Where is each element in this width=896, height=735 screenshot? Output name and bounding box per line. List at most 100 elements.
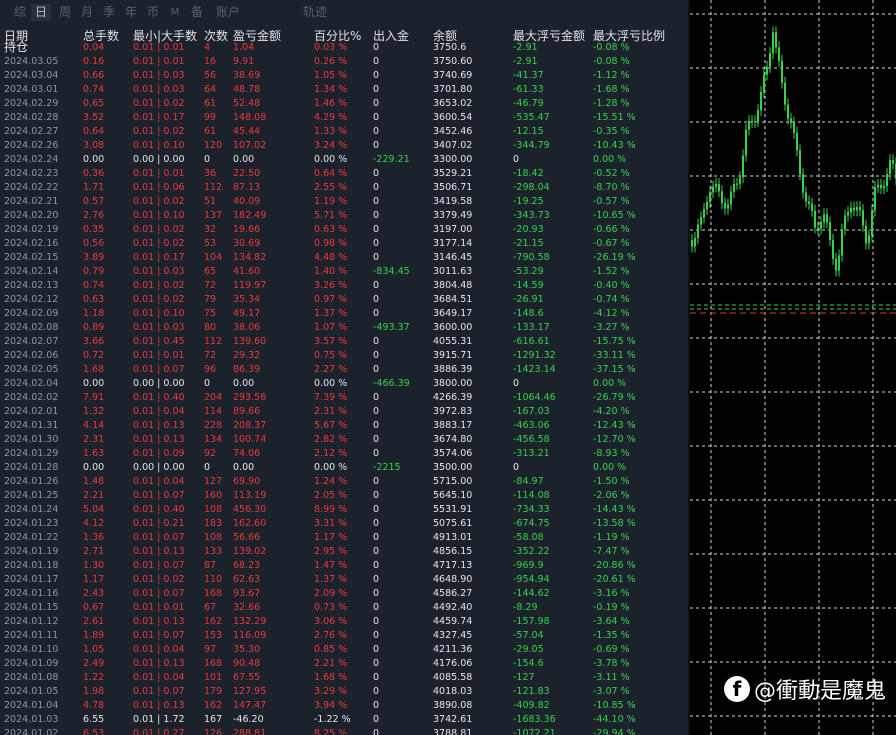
cell-io: 0 (373, 112, 380, 123)
tab-magic[interactable]: M (167, 4, 183, 21)
cell-date: 2024.01.23 (4, 518, 59, 529)
table-row[interactable]: 2024.02.01 1.32 0.01 | 0.04 114 89.66 2.31 % 0… (0, 405, 688, 419)
table-row[interactable]: 2024.02.14 0.79 0.01 | 0.03 65 41.60 1.40 % -8… (0, 265, 688, 279)
table-row[interactable]: 2024.03.01 0.74 0.01 | 0.03 64 48.78 1.34 % 0 3… (0, 83, 688, 97)
table-row[interactable]: 2024.02.02 7.91 0.01 | 0.40 204 293.56 7.39 %… (0, 391, 688, 405)
table-row[interactable]: 2024.02.20 2.76 0.01 | 0.10 137 182.49 5.71 %… (0, 209, 688, 223)
cell-date: 2024.02.15 (4, 252, 59, 263)
tab-trajectory[interactable]: 轨迹 (300, 4, 330, 21)
cell-pct: 1.68 % (314, 672, 348, 683)
table-row[interactable]: 2024.02.27 0.64 0.01 | 0.02 61 45.44 1.33 % 0 3… (0, 125, 688, 139)
table-row[interactable]: 2024.02.06 0.72 0.01 | 0.01 72 29.32 0.75 % 0 3… (0, 349, 688, 363)
tab-week[interactable]: 周 (55, 4, 75, 21)
cell-lots: 0.57 (83, 196, 105, 207)
table-row[interactable]: 2024.02.28 3.52 0.01 | 0.17 99 148.08 4.29 % 0… (0, 111, 688, 125)
cell-pnl: 182.49 (233, 210, 267, 221)
table-row[interactable]: 2024.01.31 4.14 0.01 | 0.13 228 208.37 5.67 %… (0, 419, 688, 433)
tab-summary[interactable]: 综 (10, 4, 30, 21)
tab-day[interactable]: 日 (31, 4, 51, 21)
table-row[interactable]: 2024.02.12 0.63 0.01 | 0.02 79 35.34 0.97 % 0 3… (0, 293, 688, 307)
table-row[interactable]: 2024.02.19 0.35 0.01 | 0.02 32 19.66 0.63 % 0 3… (0, 223, 688, 237)
tab-year[interactable]: 年 (121, 4, 141, 21)
table-row[interactable]: 2024.02.15 3.89 0.01 | 0.17 104 134.82 4.48 %… (0, 251, 688, 265)
cell-balance: 3653.02 (433, 98, 473, 109)
table-row[interactable]: 2024.01.25 2.21 0.01 | 0.07 160 113.19 2.05 %… (0, 489, 688, 503)
tab-quarter[interactable]: 季 (99, 4, 119, 21)
table-row[interactable]: 2024.01.05 1.98 0.01 | 0.07 179 127.95 3.29 %… (0, 685, 688, 699)
table-row[interactable]: 2024.01.08 1.22 0.01 | 0.04 101 67.55 1.68 % 0… (0, 671, 688, 685)
cell-lots: 1.17 (83, 574, 105, 585)
cell-io: 0 (373, 252, 380, 263)
table-row[interactable]: 2024.01.23 4.12 0.01 | 0.21 183 162.60 3.31 %… (0, 517, 688, 531)
table-row[interactable]: 2024.01.03 6.55 0.01 | 1.72 167 -46.20 -1.22 … (0, 713, 688, 727)
cell-pnl: 86.39 (233, 364, 261, 375)
table-row[interactable]: 2024.01.28 0.00 0.00 | 0.00 0 0.00 0.00 % -221… (0, 461, 688, 475)
table-row[interactable]: 2024.02.13 0.74 0.01 | 0.02 72 119.97 3.26 % 0… (0, 279, 688, 293)
table-row[interactable]: 2024.02.26 3.08 0.01 | 0.10 120 107.02 3.24 %… (0, 139, 688, 153)
cell-pct: 4.48 % (314, 252, 348, 263)
table-row[interactable]: 2024.03.04 0.66 0.01 | 0.03 56 38.69 1.05 % 0 3… (0, 69, 688, 83)
tab-month[interactable]: 月 (77, 4, 97, 21)
cell-pnl: 148.08 (233, 112, 267, 123)
cell-pct: 0.03 % (314, 42, 348, 53)
cell-date: 2024.02.02 (4, 392, 59, 403)
table-row[interactable]: 2024.01.24 5.04 0.01 | 0.40 108 456.30 8.99 %… (0, 503, 688, 517)
cell-minmax: 0.00 | 0.00 (133, 378, 185, 389)
table-row[interactable]: 2024.02.07 3.66 0.01 | 0.45 112 139.60 3.57 %… (0, 335, 688, 349)
cell-date: 2024.02.29 (4, 98, 59, 109)
table-row[interactable]: 2024.01.22 1.36 0.01 | 0.07 108 56.66 1.17 % 0… (0, 531, 688, 545)
table-row[interactable]: 2024.02.24 0.00 0.00 | 0.00 0 0.00 0.00 % -229… (0, 153, 688, 167)
cell-minmax: 0.01 | 0.40 (133, 504, 185, 515)
cell-balance: 3452.46 (433, 126, 473, 137)
table-row[interactable]: 2024.02.21 0.57 0.01 | 0.02 51 40.09 1.19 % 0 3… (0, 195, 688, 209)
cell-io: 0 (373, 70, 380, 81)
table-row[interactable]: 2024.01.30 2.31 0.01 | 0.13 134 100.74 2.82 %… (0, 433, 688, 447)
price-chart[interactable]: f @衝動是魔鬼 (690, 0, 896, 735)
cell-io: 0 (373, 238, 380, 249)
tab-notes[interactable]: 备 (187, 4, 207, 21)
cell-maxdd-pct: -1.50 % (593, 476, 630, 487)
holding-row[interactable]: 持仓 0.04 0.01 | 0.01 4 1.04 0.03 % 0 3750… (0, 40, 688, 55)
cell-io: -229.21 (373, 154, 410, 165)
table-row[interactable]: 2024.02.08 0.89 0.01 | 0.03 80 38.06 1.07 % -4… (0, 321, 688, 335)
cell-io: -834.45 (373, 266, 410, 277)
cell-balance: 3011.63 (433, 266, 473, 277)
candle-body (868, 235, 870, 244)
tab-currency[interactable]: 币 (143, 4, 163, 21)
table-row[interactable]: 2024.01.15 0.67 0.01 | 0.01 67 32.66 0.73 % 0 4… (0, 601, 688, 615)
cell-io: -466.39 (373, 378, 410, 389)
table-row[interactable]: 2024.02.04 0.00 0.00 | 0.00 0 0.00 0.00 % -466… (0, 377, 688, 391)
cell-io: 0 (373, 126, 380, 137)
candle-body (832, 239, 834, 259)
cell-minmax: 0.01 | 0.04 (133, 476, 185, 487)
cell-date: 2024.01.11 (4, 630, 59, 641)
table-row[interactable]: 2024.03.05 0.16 0.01 | 0.01 16 9.91 0.26 % 0 37… (0, 55, 688, 69)
table-row[interactable]: 2024.02.05 1.68 0.01 | 0.07 96 86.39 2.27 % 0 3… (0, 363, 688, 377)
table-row[interactable]: 2024.01.29 1.63 0.01 | 0.09 92 74.06 2.12 % 0 3… (0, 447, 688, 461)
cell-minmax: 0.01 | 0.13 (133, 420, 185, 431)
cell-maxdd-pct: -0.08 % (593, 56, 630, 67)
table-row[interactable]: 2024.02.22 1.71 0.01 | 0.06 112 87.13 2.55 % 0… (0, 181, 688, 195)
table-row[interactable]: 2024.02.16 0.56 0.01 | 0.02 53 30.69 0.98 % 0 3… (0, 237, 688, 251)
table-row[interactable]: 2024.01.02 6.53 0.01 | 0.27 126 288.81 8.25 %… (0, 727, 688, 735)
candle-body (781, 60, 783, 83)
table-row[interactable]: 2024.02.09 1.18 0.01 | 0.10 75 49.17 1.37 % 0 3… (0, 307, 688, 321)
table-row[interactable]: 2024.01.16 2.43 0.01 | 0.07 168 93.67 2.09 % 0… (0, 587, 688, 601)
table-row[interactable]: 2024.02.29 0.65 0.01 | 0.02 61 52.48 1.46 % 0 3… (0, 97, 688, 111)
table-row[interactable]: 2024.01.18 1.30 0.01 | 0.07 87 68.23 1.47 % 0 4… (0, 559, 688, 573)
table-row[interactable]: 2024.01.10 1.05 0.01 | 0.04 97 35.30 0.85 % 0 4… (0, 643, 688, 657)
cell-pnl: 56.66 (233, 532, 261, 543)
table-row[interactable]: 2024.01.19 2.71 0.01 | 0.13 133 139.02 2.95 %… (0, 545, 688, 559)
table-row[interactable]: 2024.01.17 1.17 0.01 | 0.02 110 62.63 1.37 % 0… (0, 573, 688, 587)
cell-lots: 1.36 (83, 532, 105, 543)
tab-account[interactable]: 账户 (213, 4, 243, 21)
table-row[interactable]: 2024.01.26 1.48 0.01 | 0.04 127 69.90 1.24 % 0… (0, 475, 688, 489)
cell-date: 2024.01.12 (4, 616, 59, 627)
cell-minmax: 0.01 | 0.13 (133, 658, 185, 669)
table-row[interactable]: 2024.02.23 0.36 0.01 | 0.01 36 22.50 0.64 % 0 3… (0, 167, 688, 181)
table-row[interactable]: 2024.01.04 4.78 0.01 | 0.13 162 147.47 3.94 %… (0, 699, 688, 713)
table-row[interactable]: 2024.01.12 2.61 0.01 | 0.13 162 132.29 3.06 %… (0, 615, 688, 629)
cell-maxdd-pct: -37.15 % (593, 364, 636, 375)
table-row[interactable]: 2024.01.11 1.89 0.01 | 0.07 153 116.09 2.76 %… (0, 629, 688, 643)
table-row[interactable]: 2024.01.09 2.49 0.01 | 0.13 168 90.48 2.21 % 0… (0, 657, 688, 671)
